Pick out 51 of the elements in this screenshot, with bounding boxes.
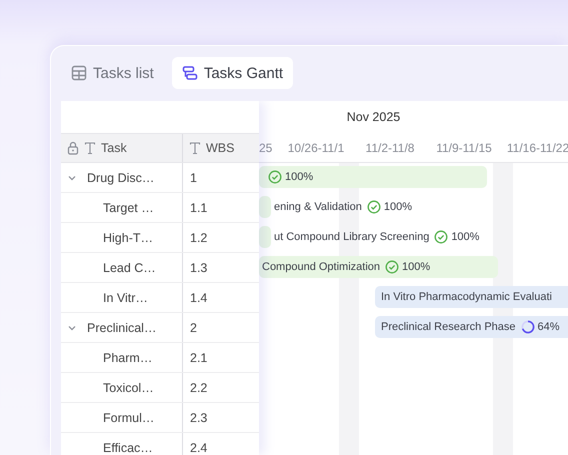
check-circle-icon bbox=[268, 170, 282, 184]
task-name: High-T… bbox=[103, 230, 154, 244]
gantt-bar[interactable] bbox=[375, 286, 568, 308]
wbs-number: 2.2 bbox=[190, 380, 208, 394]
wbs-number: 1 bbox=[190, 170, 197, 184]
gantt-bar[interactable] bbox=[259, 256, 498, 278]
gantt-bar[interactable] bbox=[375, 316, 568, 338]
progress-ring-icon bbox=[520, 320, 535, 334]
task-name: Drug Disc… bbox=[87, 170, 154, 184]
wbs-number: 2.1 bbox=[190, 350, 208, 364]
check-circle-icon bbox=[434, 230, 448, 244]
text-type-icon bbox=[189, 141, 201, 155]
week-label: 25 bbox=[259, 140, 274, 154]
wbs-number: 2.4 bbox=[190, 440, 208, 454]
task-name: Pharm… bbox=[103, 350, 152, 364]
wbs-number: 1.3 bbox=[190, 260, 208, 274]
week-label: 11/2-11/8 bbox=[364, 140, 416, 154]
task-label: Preclinical Research Phase bbox=[381, 321, 516, 333]
wbs-number: 1.2 bbox=[190, 230, 208, 244]
week-label: 10/26-11/1 bbox=[286, 140, 346, 154]
progress-percent: 100% bbox=[451, 231, 480, 243]
task-name: Target … bbox=[103, 200, 154, 214]
month-label: Nov 2025 bbox=[346, 110, 400, 124]
wbs-number: 1.4 bbox=[190, 290, 208, 304]
week-label: 11/9-11/15 bbox=[435, 140, 493, 154]
wbs-number: 2.3 bbox=[190, 410, 208, 424]
progress-percent: 64% bbox=[538, 321, 560, 333]
task-label: ening & Validation bbox=[274, 201, 362, 213]
tab[interactable]: Tasks list bbox=[61, 57, 164, 89]
tab[interactable]: Tasks Gantt bbox=[172, 57, 294, 89]
task-name: Efficac… bbox=[103, 440, 153, 454]
wbs-number: 1.1 bbox=[190, 200, 208, 214]
task-label: ut Compound Library Screening bbox=[274, 231, 430, 243]
column-label: WBS bbox=[206, 141, 234, 155]
task-name: Formul… bbox=[103, 410, 154, 424]
wbs-number: 2 bbox=[190, 320, 197, 334]
task-label: In Vitro Pharmacodynamic Evaluati bbox=[381, 291, 552, 303]
check-circle-icon bbox=[366, 200, 381, 214]
progress-percent: 100% bbox=[285, 171, 314, 183]
task-name: Lead C… bbox=[103, 260, 156, 274]
task-name: Preclinical… bbox=[87, 320, 156, 334]
task-name: In Vitr… bbox=[103, 290, 148, 304]
check-circle-icon bbox=[385, 260, 400, 274]
task-label: Compound Optimization bbox=[262, 261, 380, 273]
task-name: Toxicol… bbox=[103, 380, 154, 394]
table-icon bbox=[71, 65, 87, 81]
column-label: Task bbox=[101, 141, 127, 155]
text-type-icon bbox=[84, 141, 96, 155]
progress-percent: 100% bbox=[384, 201, 412, 213]
gantt-icon bbox=[182, 65, 198, 81]
progress-percent: 100% bbox=[402, 261, 430, 273]
